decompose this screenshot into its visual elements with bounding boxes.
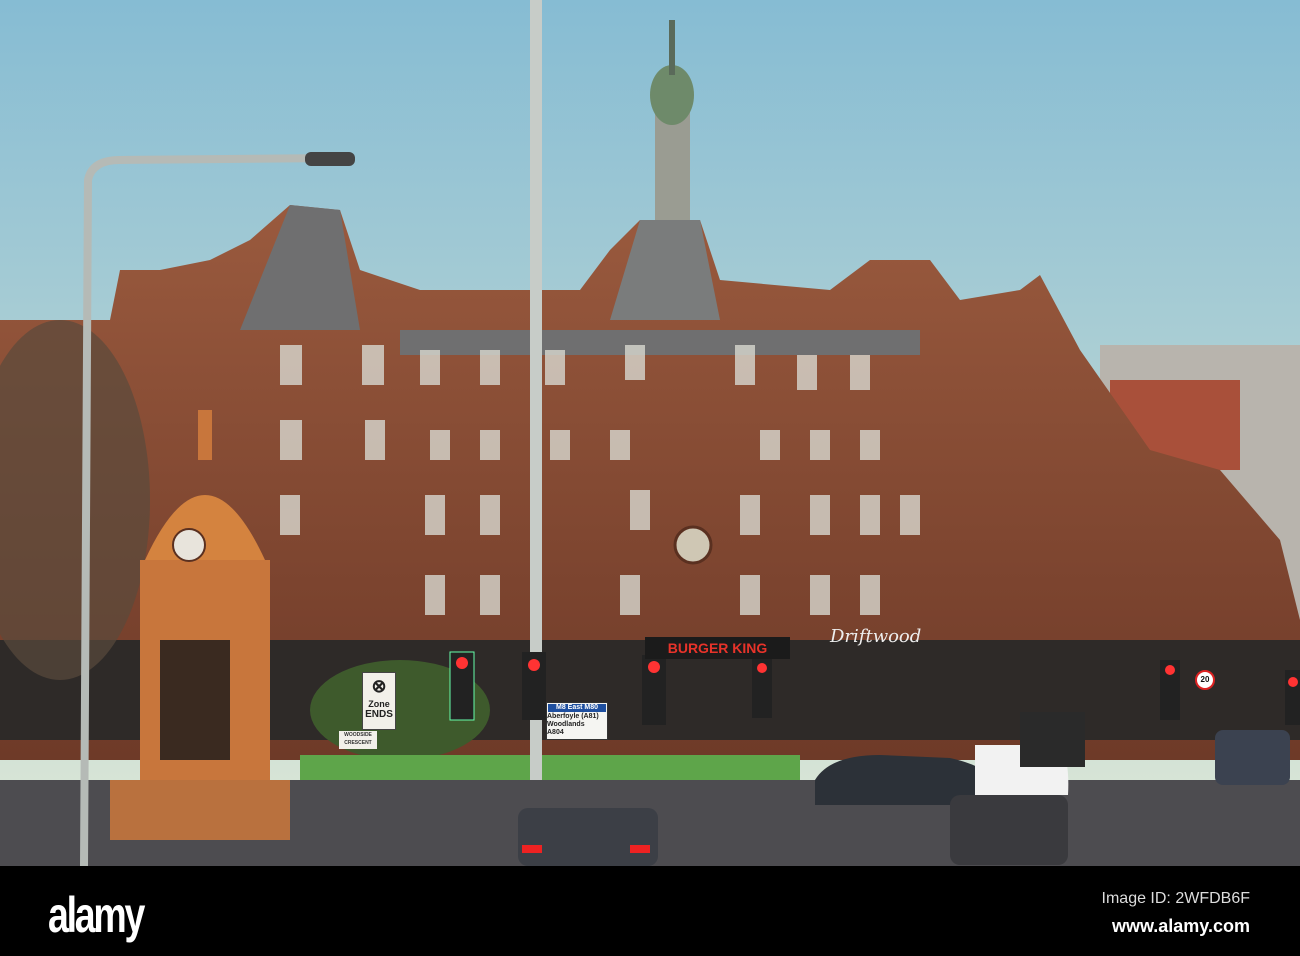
burger-king-sign: BURGER KING bbox=[645, 637, 790, 659]
zone-label: Zone bbox=[368, 699, 390, 709]
stock-photo: BURGER KING Driftwood ⊗ Zone ENDS WOODSI… bbox=[0, 0, 1300, 956]
direction-woodlands: Woodlands bbox=[547, 721, 585, 728]
direction-sign: M8 East M80 Aberfoyle (A81) Woodlands A8… bbox=[546, 702, 608, 740]
driftwood-sign: Driftwood bbox=[830, 626, 922, 647]
image-id: Image ID: 2WFDB6F bbox=[1101, 890, 1250, 907]
speed-limit-sign: 20 bbox=[1195, 670, 1215, 690]
zone-ends-sign: ⊗ Zone ENDS bbox=[362, 672, 396, 730]
motorway-direction: M8 East M80 bbox=[548, 704, 606, 712]
alamy-logo: alamy bbox=[48, 887, 145, 943]
alamy-url[interactable]: www.alamy.com bbox=[1112, 916, 1250, 937]
street-scene-photo bbox=[0, 0, 1300, 866]
direction-a804: A804 bbox=[547, 729, 564, 736]
zone-ends-label: ENDS bbox=[365, 709, 393, 720]
grass bbox=[300, 755, 800, 780]
alamy-footer: alamy Image ID: 2WFDB6F www.alamy.com bbox=[0, 866, 1300, 956]
woodside-crescent-sign: WOODSIDE CRESCENT bbox=[339, 731, 377, 749]
no-stopping-icon: ⊗ bbox=[371, 676, 387, 696]
direction-aberfoyle: Aberfoyle (A81) bbox=[547, 713, 599, 720]
